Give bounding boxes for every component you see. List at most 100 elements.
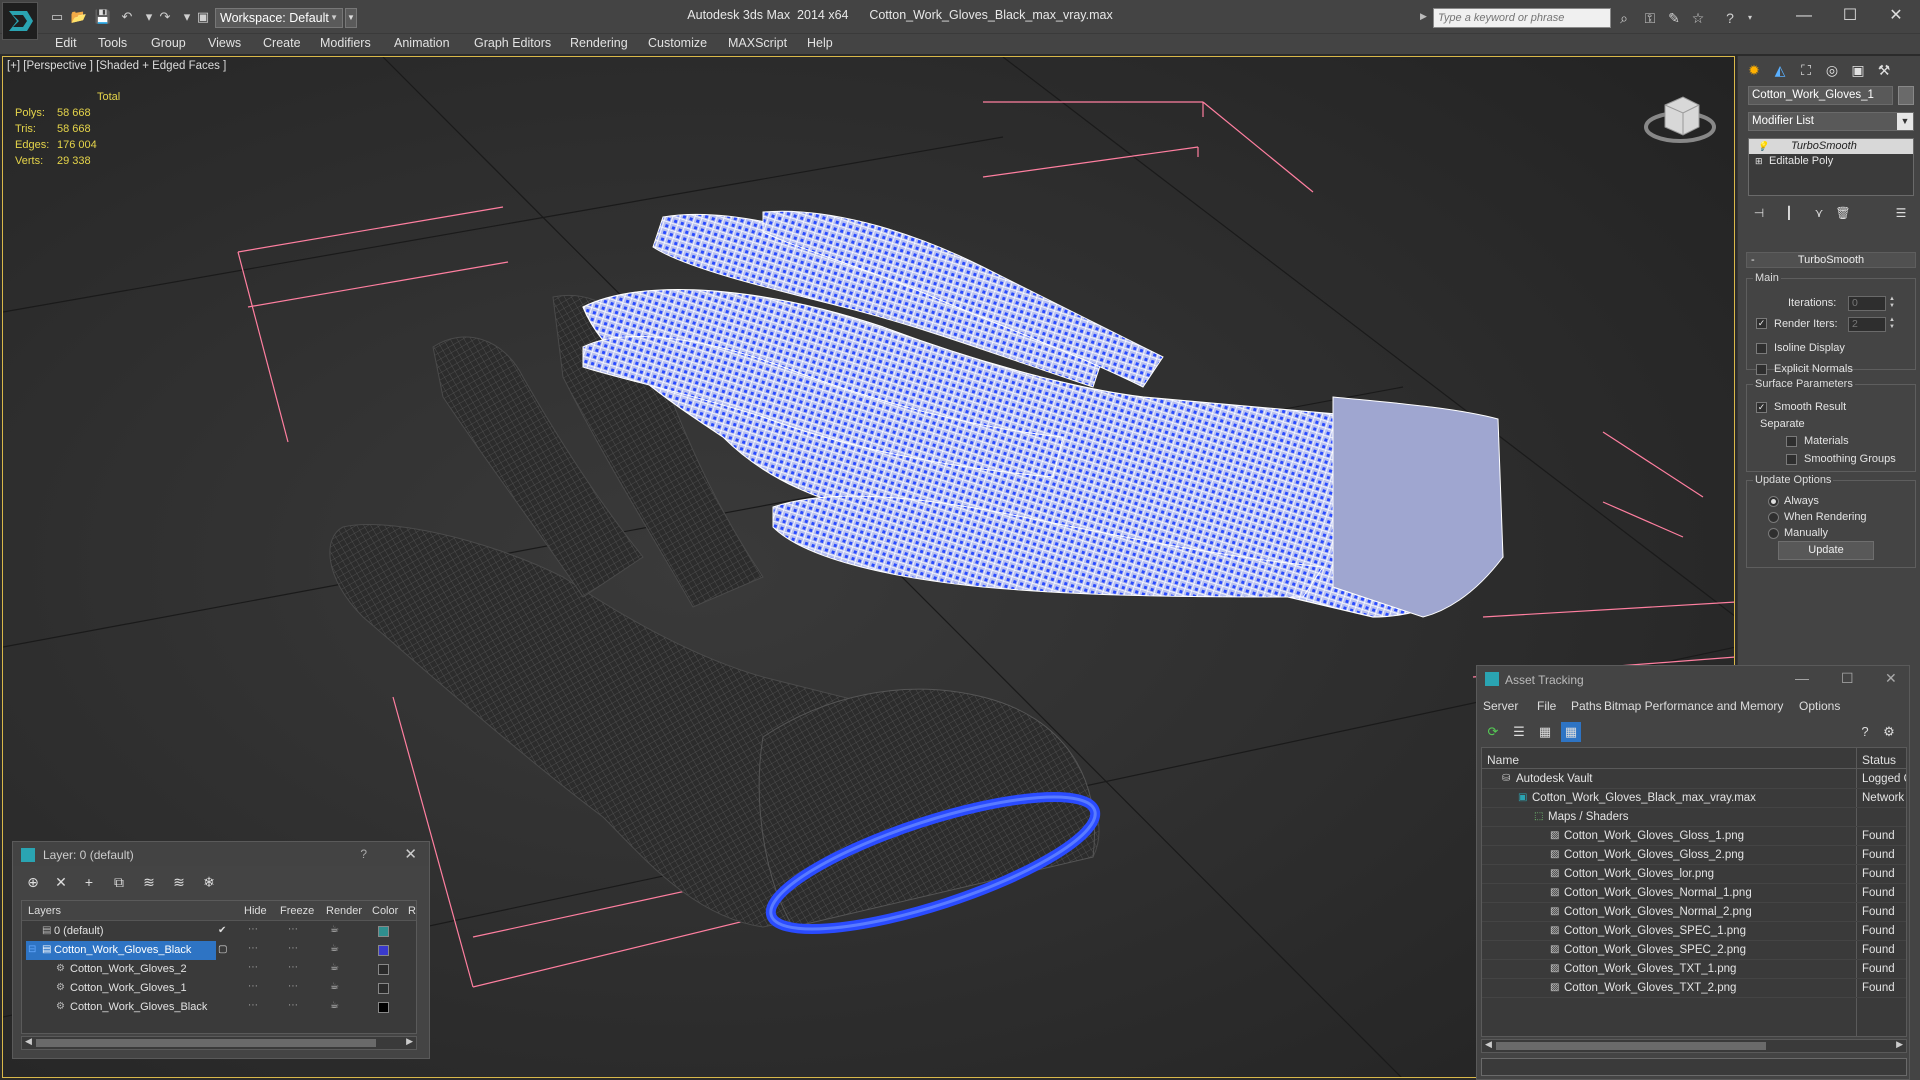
list-view-icon[interactable]: ☰: [1509, 722, 1529, 742]
scroll-left-icon[interactable]: ◀: [1485, 1039, 1492, 1050]
render-teapot-icon[interactable]: ☕: [330, 981, 339, 992]
help-icon[interactable]: ?: [1855, 722, 1875, 742]
layer-horizontal-scrollbar[interactable]: ◀ ▶: [21, 1036, 417, 1050]
isoline-display-checkbox[interactable]: [1756, 343, 1767, 354]
layer-color-swatch[interactable]: [378, 926, 389, 937]
menu-tools[interactable]: Tools: [98, 36, 127, 50]
favorites-star-icon[interactable]: ☆: [1688, 9, 1708, 27]
when-rendering-radio[interactable]: [1768, 512, 1779, 523]
asset-horizontal-scrollbar[interactable]: ◀ ▶: [1481, 1039, 1907, 1053]
asset-row-map[interactable]: ▨ Cotton_Work_Gloves_SPEC_1.png Found: [1482, 922, 1906, 941]
viewport-label-menu[interactable]: [+] [Perspective ] [Shaded + Edged Faces…: [7, 60, 226, 72]
asset-row-vault[interactable]: ⛁ Autodesk Vault Logged Out: [1482, 770, 1906, 789]
project-folder-icon[interactable]: ▣: [194, 9, 212, 25]
asset-row-map[interactable]: ▨ Cotton_Work_Gloves_Gloss_2.png Found: [1482, 846, 1906, 865]
asset-row-maps-shaders[interactable]: ⬚ Maps / Shaders: [1482, 808, 1906, 827]
column-color[interactable]: Color: [372, 905, 398, 917]
spinner-arrows-icon[interactable]: ▲ ▼: [1887, 296, 1897, 311]
column-layers[interactable]: Layers: [28, 905, 61, 917]
workspace-dropdown[interactable]: Workspace: Default ▼: [215, 8, 343, 28]
utilities-tab-icon[interactable]: ⚒: [1872, 59, 1896, 81]
new-layer-icon[interactable]: ⊕: [23, 872, 43, 892]
configure-sets-icon[interactable]: ☰: [1892, 204, 1910, 222]
search-expand-icon[interactable]: ▶: [1420, 11, 1427, 22]
column-hide[interactable]: Hide: [244, 905, 267, 917]
key-icon[interactable]: ⚿: [1640, 9, 1660, 27]
object-name-field[interactable]: Cotton_Work_Gloves_1: [1748, 86, 1893, 105]
freeze-toggle[interactable]: ⋯: [288, 1000, 298, 1011]
hide-toggle[interactable]: ⋯: [248, 1000, 258, 1011]
add-to-layer-icon[interactable]: +: [79, 872, 99, 892]
layer-row-gloves-black[interactable]: ⊟ ▤ Cotton_Work_Gloves_Black ▢ ⋯ ⋯ ☕: [22, 941, 416, 960]
help-icon[interactable]: ?: [360, 847, 367, 861]
freeze-toggle[interactable]: ⋯: [288, 962, 298, 973]
help-dropdown-icon[interactable]: ▾: [1740, 9, 1760, 27]
layer-color-swatch[interactable]: [378, 964, 389, 975]
freeze-toggle[interactable]: ⋯: [288, 981, 298, 992]
close-icon[interactable]: ✕: [404, 845, 417, 863]
thumbnail-view-icon[interactable]: ▦: [1535, 722, 1555, 742]
menu-paths[interactable]: Paths: [1571, 699, 1602, 713]
menu-edit[interactable]: Edit: [55, 36, 77, 50]
smoothing-groups-checkbox[interactable]: [1786, 454, 1797, 465]
menu-maxscript[interactable]: MAXScript: [728, 36, 787, 50]
open-file-icon[interactable]: 📂: [70, 9, 88, 25]
modify-tab-icon[interactable]: ◭: [1768, 59, 1792, 81]
asset-row-map[interactable]: ▨ Cotton_Work_Gloves_Normal_1.png Found: [1482, 884, 1906, 903]
freeze-toggle[interactable]: ⋯: [288, 943, 298, 954]
hide-toggle[interactable]: ⋯: [248, 924, 258, 935]
menu-file[interactable]: File: [1537, 699, 1556, 713]
motion-tab-icon[interactable]: ◎: [1820, 59, 1844, 81]
asset-row-map[interactable]: ▨ Cotton_Work_Gloves_Gloss_1.png Found: [1482, 827, 1906, 846]
communication-center-icon[interactable]: ✎: [1664, 9, 1684, 27]
layer-color-swatch[interactable]: [378, 983, 389, 994]
column-name[interactable]: Name: [1487, 753, 1519, 767]
modifier-list-dropdown[interactable]: Modifier List ▼: [1748, 112, 1914, 131]
hide-toggle[interactable]: ⋯: [248, 981, 258, 992]
app-menu-button[interactable]: [2, 2, 38, 40]
close-icon[interactable]: ✕: [1885, 670, 1897, 687]
hide-toggle[interactable]: ⋯: [248, 943, 258, 954]
display-tab-icon[interactable]: ▣: [1846, 59, 1870, 81]
menu-rendering[interactable]: Rendering: [570, 36, 628, 50]
layer-row-gloves-1[interactable]: ⚙ Cotton_Work_Gloves_1 ⋯ ⋯ ☕: [22, 979, 416, 998]
create-tab-sun-icon[interactable]: ✹: [1742, 59, 1766, 81]
show-end-result-icon[interactable]: ┃: [1780, 204, 1798, 222]
asset-row-max-file[interactable]: ▣ Cotton_Work_Gloves_Black_max_vray.max …: [1482, 789, 1906, 808]
asset-row-map[interactable]: ▨ Cotton_Work_Gloves_lor.png Found: [1482, 865, 1906, 884]
layer-color-swatch[interactable]: [378, 1002, 389, 1013]
highlight-layer-icon[interactable]: ≋: [139, 872, 159, 892]
column-freeze[interactable]: Freeze: [280, 905, 314, 917]
maximize-icon[interactable]: ☐: [1841, 670, 1854, 687]
column-status[interactable]: Status: [1862, 753, 1896, 767]
menu-modifiers[interactable]: Modifiers: [320, 36, 371, 50]
help-icon[interactable]: ?: [1720, 9, 1740, 27]
render-teapot-icon[interactable]: ☕: [330, 962, 339, 973]
menu-customize[interactable]: Customize: [648, 36, 707, 50]
menu-help[interactable]: Help: [807, 36, 833, 50]
layer-row-default[interactable]: ▤ 0 (default) ✔ ⋯ ⋯ ☕: [22, 922, 416, 941]
search-input[interactable]: [1433, 8, 1611, 28]
make-unique-icon[interactable]: ⋎: [1810, 204, 1828, 222]
layer-row-gloves-2[interactable]: ⚙ Cotton_Work_Gloves_2 ⋯ ⋯ ☕: [22, 960, 416, 979]
turbosmooth-rollout-header[interactable]: - TurboSmooth: [1746, 252, 1916, 268]
update-button[interactable]: Update: [1778, 541, 1874, 560]
menu-group[interactable]: Group: [151, 36, 186, 50]
render-iters-checkbox[interactable]: ✓: [1756, 318, 1767, 329]
layer-row-gloves-black-object[interactable]: ⚙ Cotton_Work_Gloves_Black ⋯ ⋯ ☕: [22, 998, 416, 1017]
settings-icon[interactable]: ⚙: [1879, 722, 1899, 742]
scroll-right-icon[interactable]: ▶: [406, 1036, 413, 1047]
render-teapot-icon[interactable]: ☕: [330, 1000, 339, 1011]
scroll-right-icon[interactable]: ▶: [1896, 1039, 1903, 1050]
save-file-icon[interactable]: 💾: [94, 9, 112, 25]
redo-icon[interactable]: ↷: [156, 9, 174, 25]
render-iters-spinner[interactable]: 2 ▲ ▼: [1848, 317, 1895, 332]
stack-item-turbosmooth[interactable]: 💡 TurboSmooth: [1749, 139, 1913, 154]
layer-manager-titlebar[interactable]: Layer: 0 (default) ? ✕: [13, 842, 429, 866]
spinner-arrows-icon[interactable]: ▲ ▼: [1887, 317, 1897, 332]
asset-row-map[interactable]: ▨ Cotton_Work_Gloves_Normal_2.png Found: [1482, 903, 1906, 922]
freeze-all-icon[interactable]: ❄: [199, 872, 219, 892]
close-icon[interactable]: ✕: [1878, 4, 1914, 28]
smooth-result-checkbox[interactable]: ✓: [1756, 402, 1767, 413]
quick-access-customize-icon[interactable]: ▼: [345, 8, 357, 28]
